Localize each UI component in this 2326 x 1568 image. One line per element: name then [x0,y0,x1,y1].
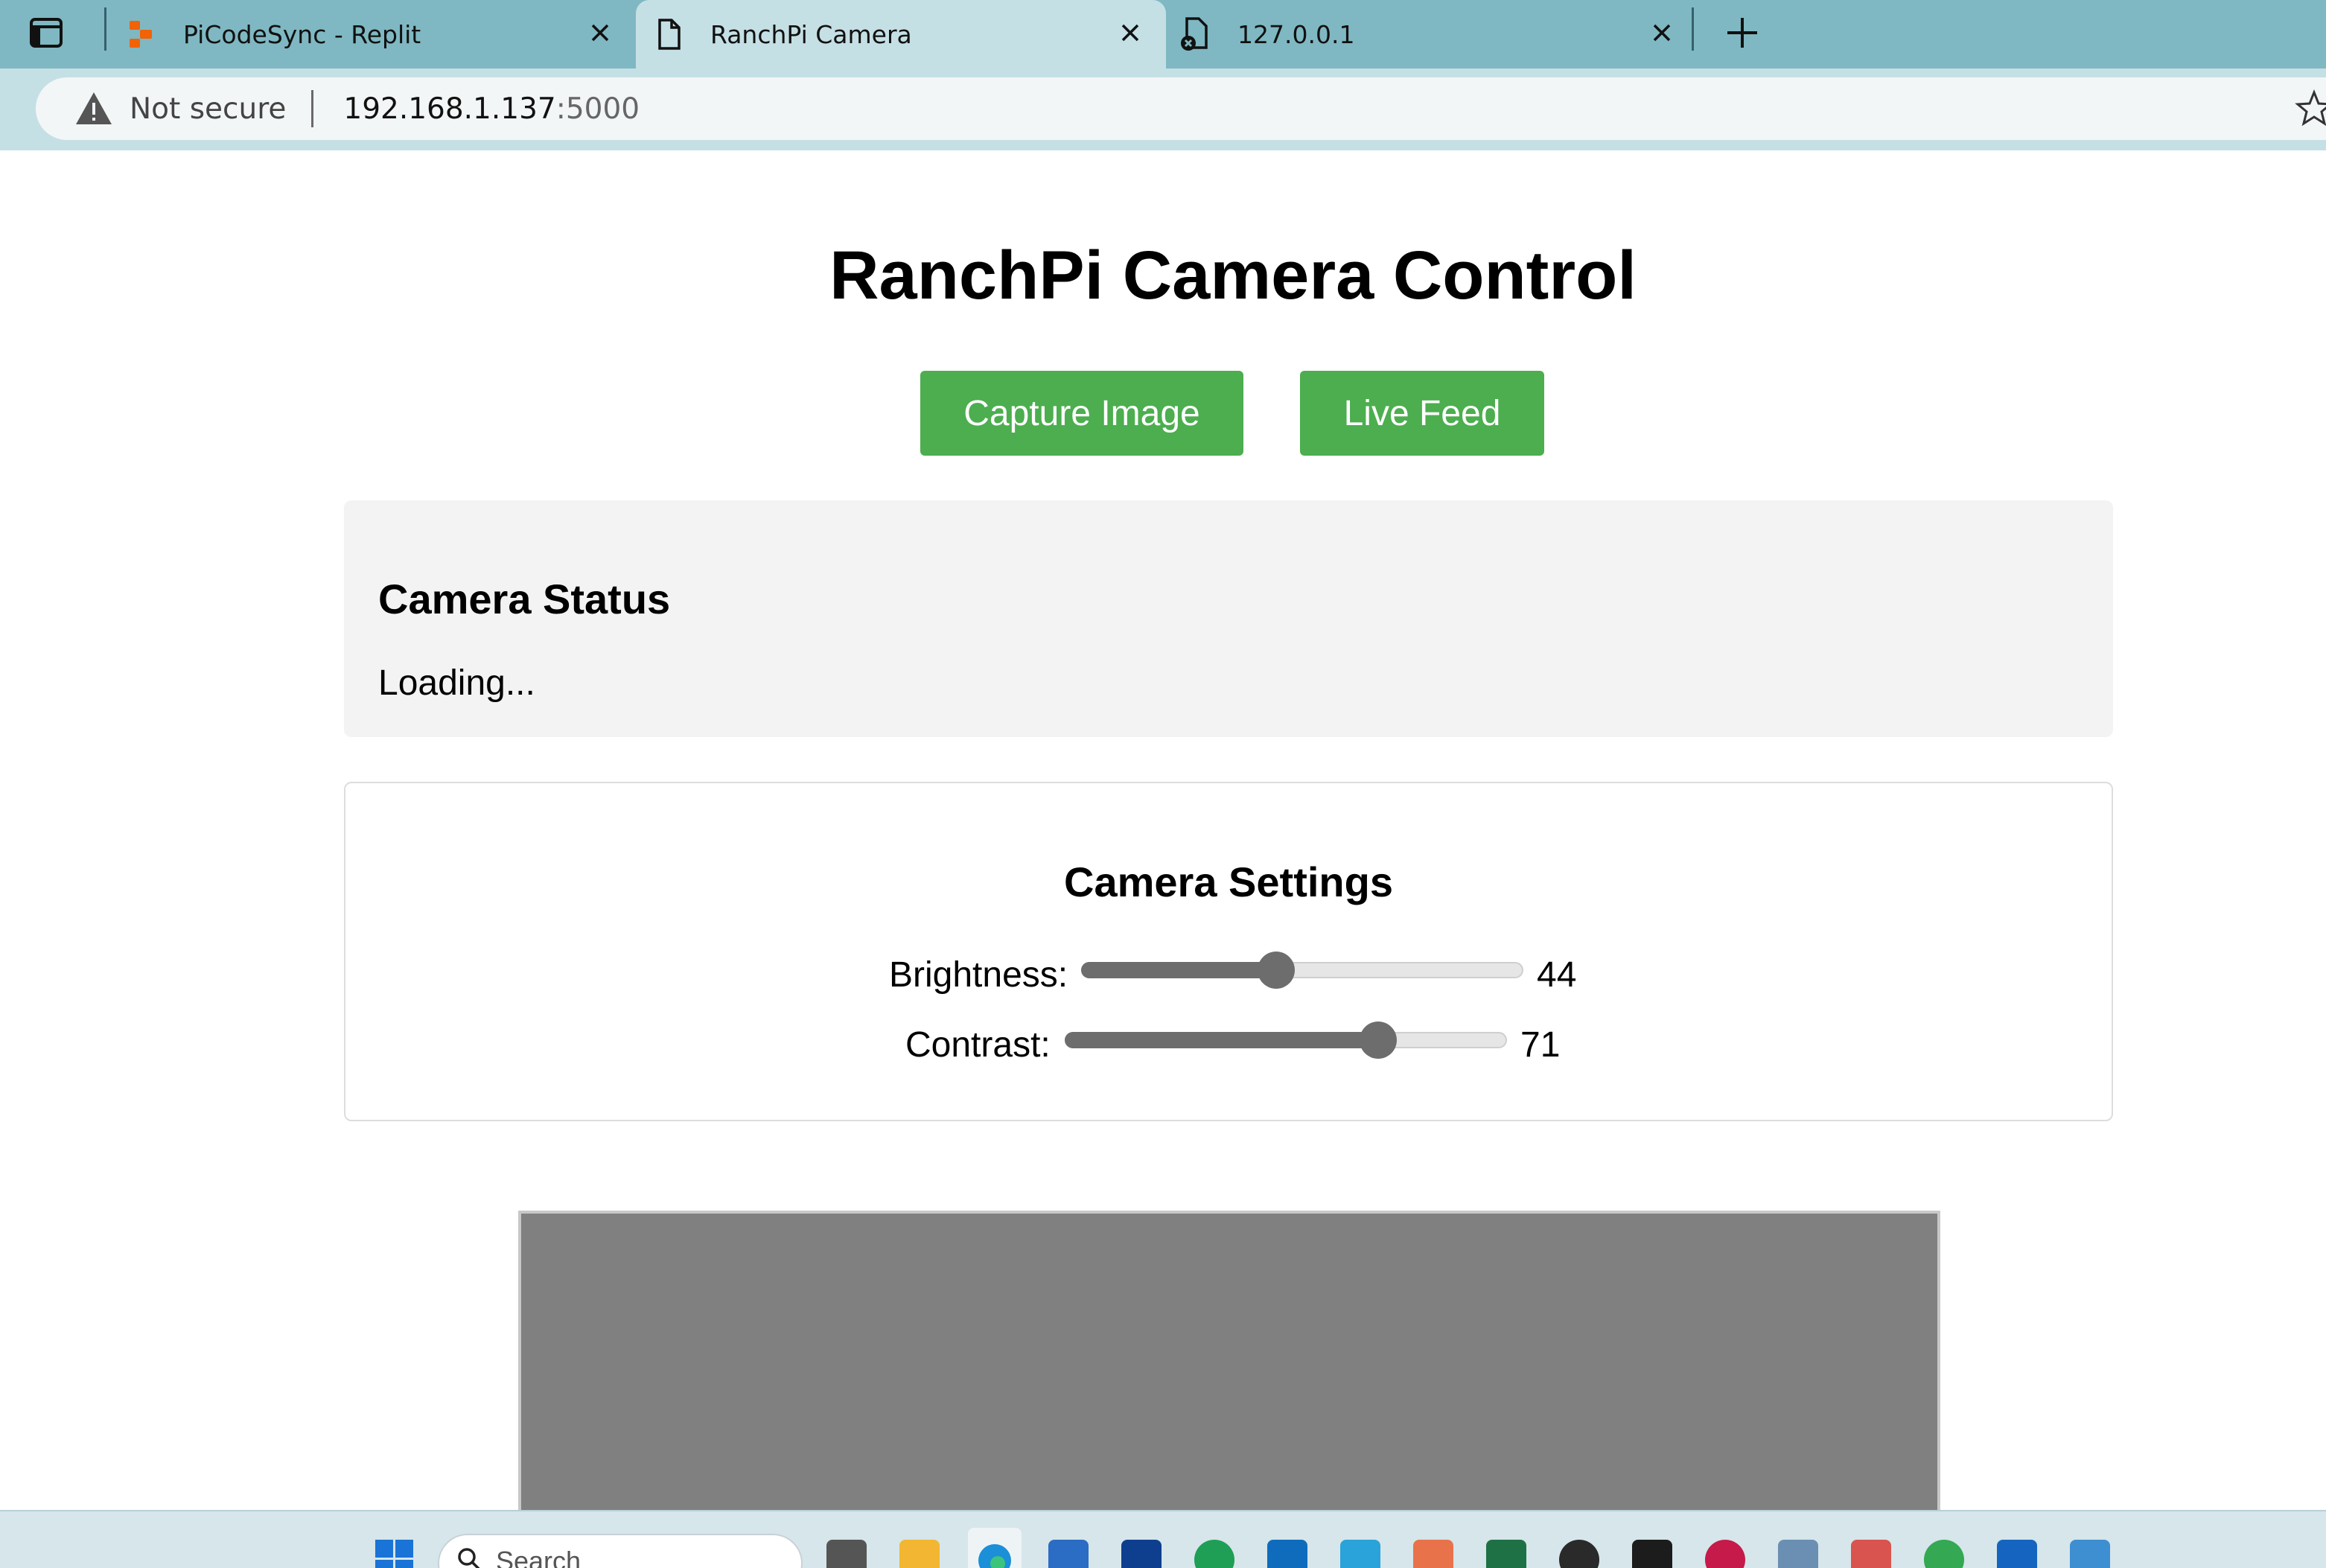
claude-icon[interactable] [1413,1540,1453,1568]
address-bar[interactable]: Not secure 192.168.1.137:5000 [36,77,2326,140]
raspberry-pi-icon[interactable] [1705,1540,1745,1568]
url-port: :5000 [555,92,640,126]
network-app-icon[interactable] [1778,1540,1818,1568]
contrast-value: 71 [1520,1025,1561,1065]
teamviewer-icon[interactable] [1121,1540,1162,1568]
taskbar: Search [0,1510,2326,1568]
chrome-icon[interactable] [1924,1540,1964,1568]
whatsapp-icon[interactable] [1194,1540,1234,1568]
remote-desktop-icon[interactable] [2070,1540,2110,1568]
file-explorer-icon[interactable] [899,1540,940,1568]
tab-separator [1692,7,1694,51]
brightness-value: 44 [1537,955,1577,995]
excel-icon[interactable] [1486,1540,1526,1568]
defender-icon[interactable] [1997,1540,2037,1568]
contrast-slider-fill [1065,1032,1377,1048]
tab-actions-icon[interactable] [25,12,67,54]
windows-start-icon[interactable] [375,1540,414,1568]
tab-ranchpi-camera[interactable]: RanchPi Camera [636,0,1166,68]
terminal-icon[interactable] [1632,1540,1672,1568]
brightness-label: Brightness: [889,955,1068,995]
bookmark-star-icon[interactable] [2293,88,2326,130]
error-page-icon [1179,17,1212,51]
close-tab-icon[interactable] [585,18,615,48]
camera-settings-heading: Camera Settings [1064,858,1393,905]
outlook-icon[interactable] [1267,1540,1307,1568]
brightness-slider-thumb[interactable] [1257,952,1295,989]
url-host: 192.168.1.137 [343,92,556,126]
camera-status-panel: Camera Status Loading... [344,500,2113,737]
page-icon [652,18,685,51]
brightness-slider-fill [1081,962,1275,978]
search-icon [458,1548,480,1568]
security-label[interactable]: Not secure [130,92,286,126]
task-view-icon[interactable] [826,1540,867,1568]
taskbar-search[interactable]: Search [438,1534,803,1568]
close-tab-icon[interactable] [1647,18,1677,48]
chatgpt-icon[interactable] [1559,1540,1599,1568]
warning-icon [76,92,112,124]
camera-settings-panel: Camera Settings Brightness: 44 Contrast:… [344,782,2113,1121]
tab-picodesync[interactable]: PiCodeSync - Replit [125,0,636,68]
contrast-label: Contrast: [905,1025,1051,1065]
new-tab-icon[interactable] [1720,10,1765,55]
tab-title: PiCodeSync - Replit [183,19,421,49]
page-title: RanchPi Camera Control [829,238,1637,313]
camera-status-heading: Camera Status [378,576,671,622]
notepad-icon[interactable] [1340,1540,1380,1568]
tab-localhost[interactable]: 127.0.0.1 [1166,0,1698,68]
capture-image-button[interactable]: Capture Image [920,371,1243,456]
live-feed-button[interactable]: Live Feed [1300,371,1544,456]
contrast-slider-thumb[interactable] [1359,1022,1397,1059]
contrast-slider[interactable] [1065,1022,1507,1059]
tab-title: 127.0.0.1 [1237,19,1355,49]
edge-browser-icon[interactable] [968,1528,1022,1568]
tab-title: RanchPi Camera [710,19,912,49]
camera-status-text: Loading... [378,663,535,703]
git-icon[interactable] [1851,1540,1891,1568]
tab-separator [104,7,106,51]
replit-icon [125,18,158,51]
brightness-slider[interactable] [1081,952,1523,989]
store-icon[interactable] [1048,1540,1089,1568]
address-separator [311,90,314,127]
camera-feed-image [518,1211,1940,1523]
browser-tab-bar: PiCodeSync - Replit RanchPi Camera 127.0… [0,0,2326,68]
search-placeholder: Search [496,1546,582,1568]
close-tab-icon[interactable] [1115,18,1145,48]
address-bar-area: Not secure 192.168.1.137:5000 [0,68,2326,150]
